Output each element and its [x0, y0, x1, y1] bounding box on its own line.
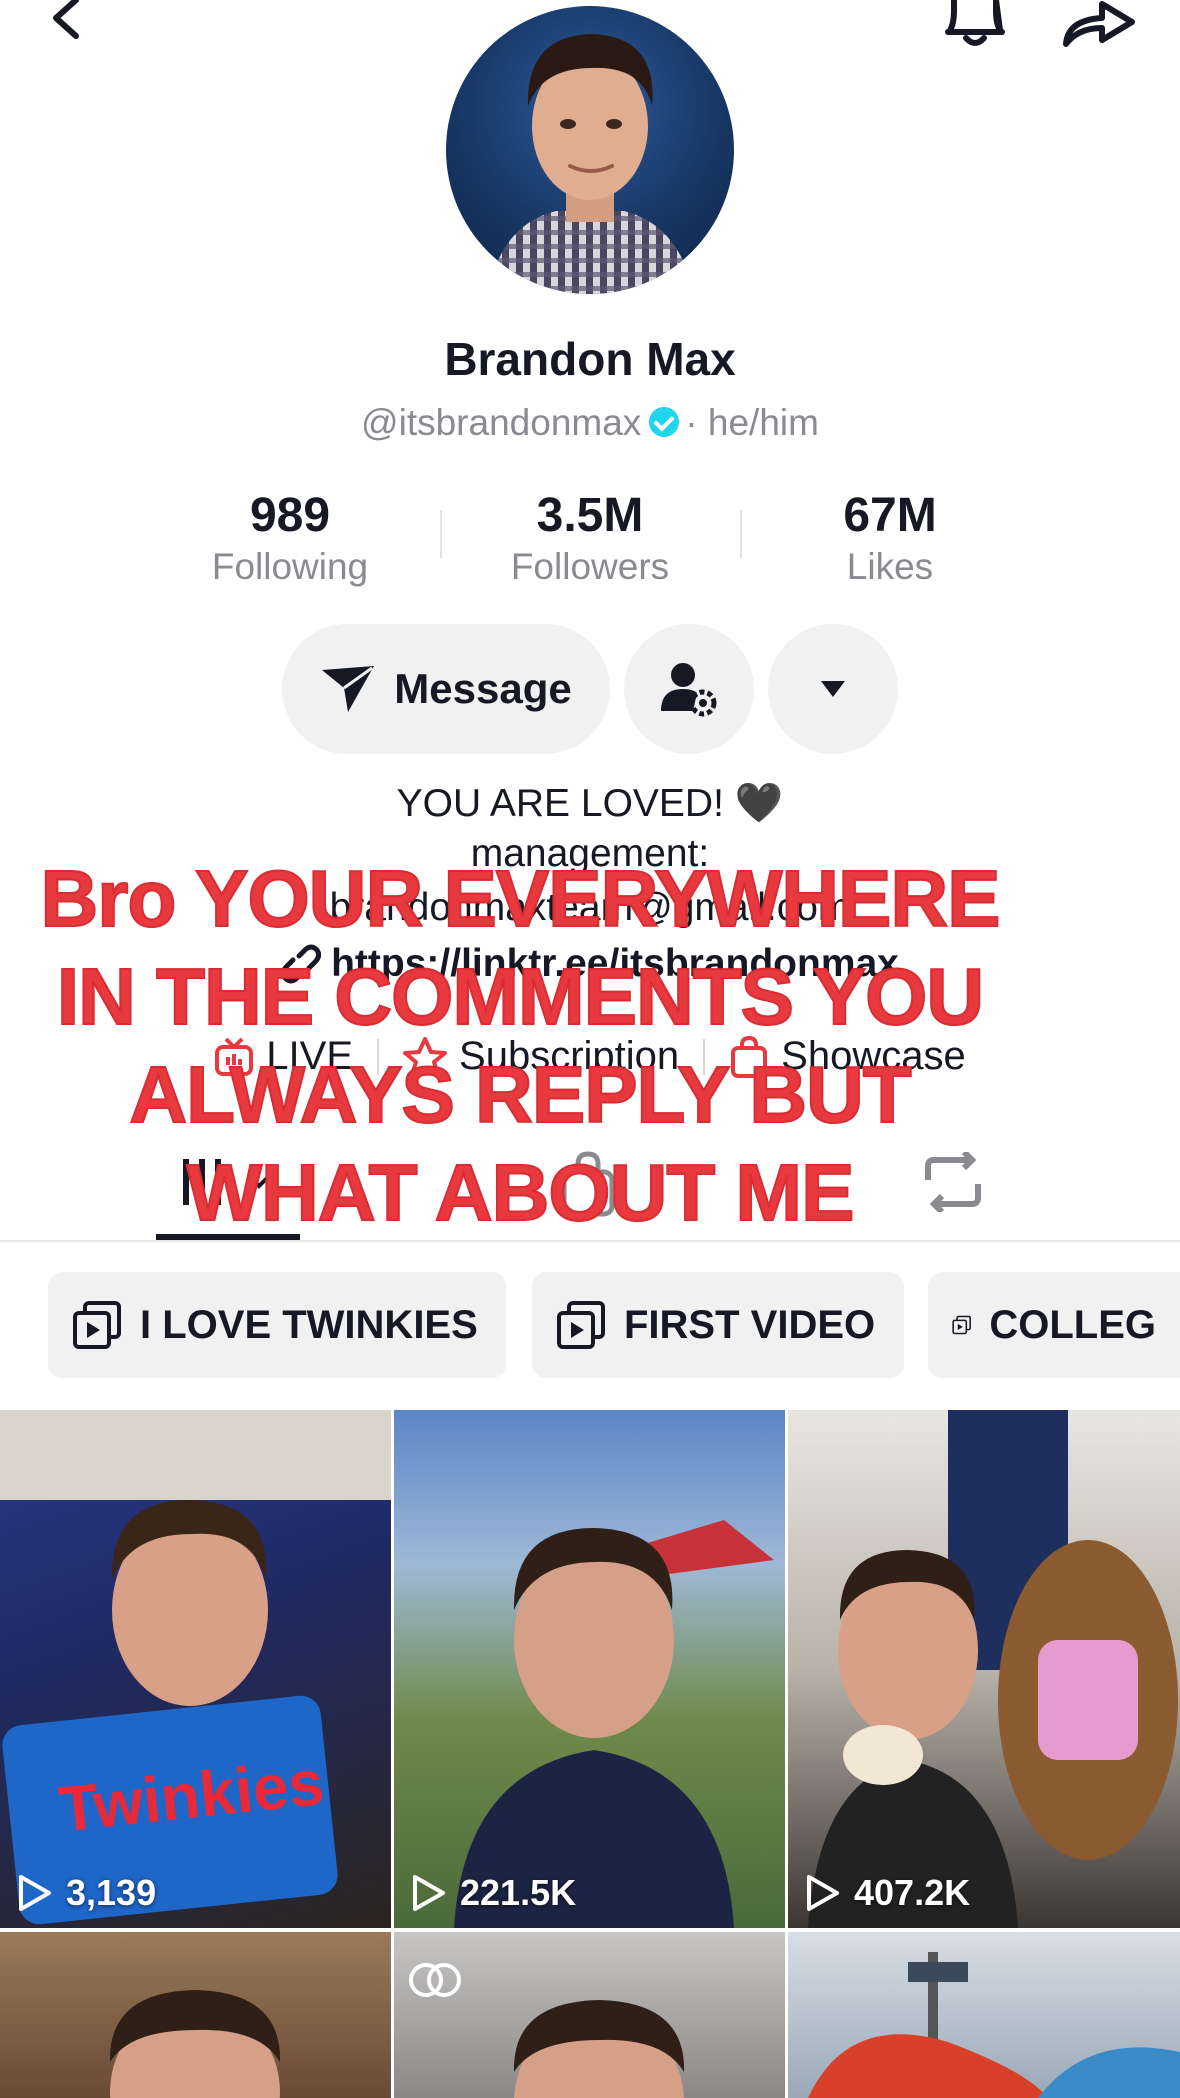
stat-following[interactable]: 989 Following: [140, 488, 440, 590]
handle-row: @itsbrandonmax · he/him: [0, 402, 1180, 444]
playlist-chip[interactable]: COLLEG: [928, 1272, 1180, 1378]
view-count-value: 3,139: [66, 1872, 157, 1913]
video-thumbnail: [808, 1410, 1178, 1928]
notification-button[interactable]: [940, 0, 1010, 48]
bio-line: YOU ARE LOVED! 🖤: [396, 782, 784, 825]
chevron-down-icon: [248, 1175, 270, 1189]
view-count-value: 221.5K: [460, 1872, 577, 1913]
caret-down-icon: [821, 681, 845, 697]
message-label: Message: [394, 665, 572, 712]
stat-label: Likes: [846, 546, 934, 587]
stat-likes[interactable]: 67M Likes: [740, 488, 1040, 590]
view-count: 221.5K: [412, 1872, 576, 1914]
subscription-button[interactable]: Subscription: [379, 1034, 703, 1079]
tool-label: LIVE: [266, 1034, 354, 1078]
profile-handle: @itsbrandonmax: [361, 402, 642, 443]
stat-followers[interactable]: 3.5M Followers: [440, 488, 740, 590]
tool-label: Showcase: [781, 1034, 966, 1078]
avatar-image: [487, 34, 694, 294]
tab-shop[interactable]: [558, 1150, 618, 1218]
more-options-button[interactable]: [768, 624, 898, 754]
shopping-bag-icon: [731, 1035, 768, 1078]
video-thumbnail: [454, 1520, 774, 1928]
video-tile[interactable]: [394, 1932, 785, 2098]
stat-label: Following: [211, 546, 369, 587]
message-button[interactable]: Message: [282, 624, 610, 754]
profile-pronouns: · he/him: [685, 402, 819, 443]
active-tab-indicator: [156, 1234, 300, 1240]
bio-email: brandonmaxteam@gmail.com: [329, 886, 851, 929]
share-icon: [1063, 1, 1135, 47]
playlist-label: FIRST VIDEO: [624, 1302, 876, 1347]
tools-row: LIVE Subscription Showcase: [0, 1034, 1180, 1079]
share-button[interactable]: [1058, 0, 1138, 48]
video-tile[interactable]: [788, 1932, 1180, 2098]
playlist-label: COLLEG: [989, 1302, 1156, 1347]
stat-value: 989: [249, 489, 331, 542]
video-tile[interactable]: 221.5K: [394, 1410, 785, 1928]
star-icon: [403, 1036, 448, 1077]
video-tile[interactable]: [0, 1932, 391, 2098]
add-friend-button[interactable]: [624, 624, 754, 754]
person-gear-icon: [661, 663, 717, 717]
view-count: 3,139: [18, 1872, 156, 1914]
showcase-button[interactable]: Showcase: [705, 1034, 990, 1079]
play-icon: [413, 1875, 445, 1911]
video-thumbnail: Twinkies: [0, 1410, 391, 1925]
tab-videos[interactable]: [180, 1152, 276, 1212]
bio-line: management:: [470, 832, 710, 875]
playlist-icon: [73, 1301, 121, 1349]
bell-icon: [945, 0, 1005, 46]
playlist-icon: [952, 1315, 971, 1335]
view-count: 407.2K: [806, 1872, 970, 1914]
video-tile[interactable]: Twinkies 3,139: [0, 1410, 391, 1928]
playlist-chip[interactable]: I LOVE TWINKIES: [48, 1272, 506, 1378]
playlist-icon: [557, 1301, 605, 1349]
shopping-bag-icon: [561, 1151, 615, 1217]
link-icon: [281, 944, 322, 984]
back-icon: [53, 0, 79, 39]
stat-value: 3.5M: [536, 489, 644, 542]
video-tile[interactable]: 407.2K: [788, 1410, 1180, 1928]
play-icon: [19, 1875, 51, 1911]
avatar[interactable]: [446, 6, 734, 294]
live-tv-icon: [215, 1037, 254, 1076]
verified-badge-icon: [649, 407, 680, 438]
repost-icon: [925, 1149, 981, 1215]
playlist-label: I LOVE TWINKIES: [140, 1302, 478, 1347]
tool-label: Subscription: [459, 1034, 680, 1078]
bio-link[interactable]: https://linktr.ee/itsbrandonmax: [331, 942, 899, 986]
stat-value: 67M: [843, 489, 937, 542]
send-icon: [322, 666, 375, 712]
tab-reposts[interactable]: [920, 1149, 986, 1215]
play-icon: [807, 1875, 839, 1911]
video-thumbnail: [808, 1952, 1180, 2098]
stat-label: Followers: [510, 546, 670, 587]
view-count-value: 407.2K: [854, 1872, 971, 1913]
video-thumbnail: [409, 1963, 685, 2098]
profile-name: Brandon Max: [444, 333, 736, 385]
back-button[interactable]: [44, 0, 94, 40]
video-grid-icon: [183, 1159, 221, 1205]
playlist-chip[interactable]: FIRST VIDEO: [532, 1272, 904, 1378]
video-thumbnail: [109, 1990, 281, 2098]
bio-link-row[interactable]: https://linktr.ee/itsbrandonmax: [0, 942, 1180, 986]
live-button[interactable]: LIVE: [190, 1034, 377, 1079]
